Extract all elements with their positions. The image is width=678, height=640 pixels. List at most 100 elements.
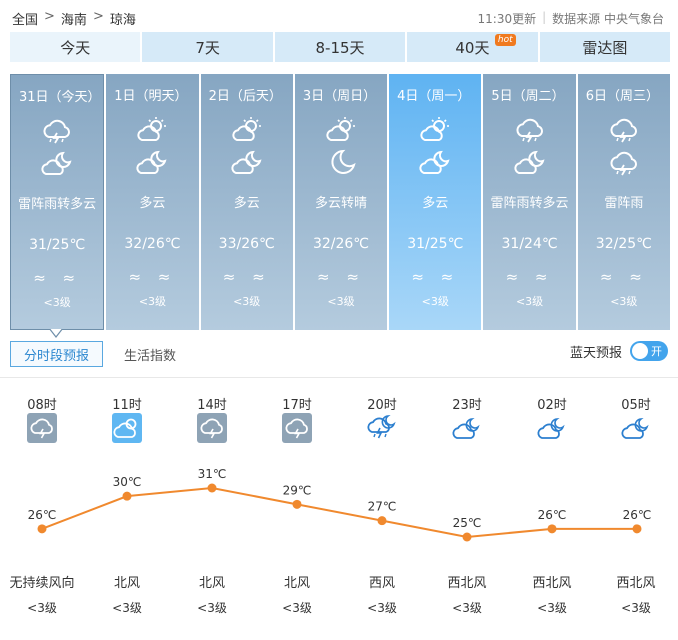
hour-wind-level: <3级 <box>621 601 651 615</box>
hour-wind-level: <3级 <box>112 601 142 615</box>
tab-label: 雷达图 <box>582 38 628 57</box>
hour-time: 05时 <box>621 398 651 413</box>
thunderstorm-icon <box>11 117 103 145</box>
day-weather: 多云 <box>233 196 260 211</box>
tab-hourly-forecast[interactable]: 分时段预报 <box>10 341 103 367</box>
day-card-5[interactable]: 5日（周二） 雷阵雨转多云 31/24℃ ≈ ≈ <3级 <box>483 74 576 330</box>
toggle-knob <box>632 343 648 359</box>
day-date: 5日（周二） <box>491 89 565 104</box>
tab-8-15-days[interactable]: 8-15天 <box>274 32 406 62</box>
tab-label: 40天 <box>455 38 490 57</box>
day-date: 31日（今天） <box>19 90 101 105</box>
day-wind-level: <3级 <box>43 296 71 309</box>
breadcrumb-city: 琼海 <box>109 13 136 28</box>
temperature-point <box>122 491 132 501</box>
forecast-tabs: 今天 7天 8-15天 40天 hot 雷达图 <box>10 32 671 62</box>
tab-radar[interactable]: 雷达图 <box>539 32 671 62</box>
blue-sky-forecast: 蓝天预报 开 <box>570 341 668 361</box>
tab-7-days[interactable]: 7天 <box>142 32 273 62</box>
partly-cloudy-night-icon <box>201 149 293 177</box>
day-weather: 雷阵雨转多云 <box>18 197 97 212</box>
temperature-point <box>37 524 47 534</box>
moon-icon <box>295 149 387 177</box>
temperature-point <box>377 516 387 526</box>
partly-cloudy-icon <box>85 413 169 445</box>
day-card-6[interactable]: 6日（周三） 雷阵雨 32/25℃ ≈ ≈ <3级 <box>577 74 670 330</box>
partly-cloudy-icon <box>295 116 387 144</box>
thunderstorm-icon <box>0 413 84 445</box>
hour-time: 08时 <box>27 398 57 413</box>
tab-label: 8-15天 <box>315 38 365 57</box>
update-time: 11:30更新 <box>477 12 537 26</box>
breadcrumb-separator: > <box>44 9 55 24</box>
day-wind-level: <3级 <box>138 295 167 308</box>
day-card-today[interactable]: 31日（今天） 雷阵雨转多云 31/25℃ ≈ ≈ <3级 <box>10 74 105 338</box>
wind-icon: ≈ ≈ <box>33 269 82 287</box>
temperature-label: 29℃ <box>283 483 312 497</box>
day-wind-level: <3级 <box>515 295 544 308</box>
hour-wind-direction: 北风 <box>198 576 225 591</box>
partly-cloudy-night-icon <box>594 413 678 445</box>
thunderstorm-icon <box>483 116 575 144</box>
hour-time: 11时 <box>112 398 142 413</box>
meta-divider: | <box>542 10 547 24</box>
day-date: 2日（后天） <box>208 89 282 104</box>
partly-cloudy-night-icon <box>510 413 594 445</box>
temperature-label: 27℃ <box>368 500 397 514</box>
hour-wind-level: <3级 <box>27 601 57 615</box>
day-card-2[interactable]: 2日（后天） 多云 33/26℃ ≈ ≈ <3级 <box>200 74 293 330</box>
hour-time: 14时 <box>197 398 227 413</box>
day-temp: 31/25℃ <box>407 236 464 252</box>
section-divider <box>0 377 678 378</box>
day-temp: 33/26℃ <box>218 236 275 252</box>
partly-cloudy-night-icon <box>389 149 481 177</box>
hour-wind-direction: 西风 <box>368 576 395 591</box>
hour-time: 23时 <box>452 398 482 413</box>
tab-40-days[interactable]: 40天 hot <box>407 32 538 62</box>
day-card-3[interactable]: 3日（周日） 多云转晴 32/26℃ ≈ ≈ <3级 <box>294 74 388 330</box>
wind-icon: ≈ ≈ <box>317 268 365 286</box>
day-temp: 32/26℃ <box>312 236 370 252</box>
toggle-state: 开 <box>651 345 662 358</box>
temperature-point <box>547 524 557 534</box>
day-wind-level: <3级 <box>610 295 638 308</box>
wind-icon: ≈ ≈ <box>128 268 177 286</box>
hourly-forecast: 08时 无持续风向 <3级 11时 北风 <3级 14时 北风 <3级 17时 … <box>0 380 678 640</box>
tab-today[interactable]: 今天 <box>10 32 141 62</box>
temperature-line-chart: 26℃ 30℃ 31℃ 29℃ 27℃ 25℃ 26℃ 26℃ <box>28 467 652 542</box>
partly-cloudy-night-icon <box>106 149 198 177</box>
breadcrumb-country[interactable]: 全国 <box>12 9 38 28</box>
day-weather: 多云转晴 <box>314 196 367 211</box>
hour-wind-direction: 西北风 <box>447 576 487 591</box>
day-temp: 31/24℃ <box>501 236 558 252</box>
day-card-1[interactable]: 1日（明天） 多云 32/26℃ ≈ ≈ <3级 <box>106 74 199 330</box>
thunderstorm-night-icon <box>340 413 424 445</box>
day-wind-level: <3级 <box>233 295 261 308</box>
temperature-label: 25℃ <box>453 516 482 530</box>
day-card-4[interactable]: 4日（周一） 多云 31/25℃ ≈ ≈ <3级 <box>389 74 482 330</box>
temperature-point <box>462 532 472 542</box>
breadcrumb: 全国 > 海南 > 琼海 <box>12 9 136 28</box>
temperature-point <box>632 524 642 534</box>
day-wind-level: <3级 <box>421 295 449 308</box>
thunderstorm-icon <box>170 413 254 445</box>
thunderstorm-icon <box>578 116 670 144</box>
temperature-point <box>292 499 302 509</box>
tab-life-index[interactable]: 生活指数 <box>124 345 176 364</box>
hour-wind-direction: 西北风 <box>616 576 656 591</box>
day-temp: 32/25℃ <box>595 236 652 252</box>
hour-wind-level: <3级 <box>537 601 567 615</box>
day-weather: 多云 <box>139 196 166 211</box>
day-temp: 31/25℃ <box>29 237 86 253</box>
day-temp: 32/26℃ <box>124 236 181 252</box>
breadcrumb-province[interactable]: 海南 <box>61 9 87 28</box>
day-date: 1日（明天） <box>114 89 188 104</box>
blue-sky-toggle[interactable]: 开 <box>630 341 668 361</box>
hour-wind-direction: 西北风 <box>532 576 572 591</box>
blue-sky-label: 蓝天预报 <box>569 345 622 361</box>
temperature-label: 26℃ <box>28 508 57 522</box>
hour-wind-level: <3级 <box>197 601 227 615</box>
hour-wind-level: <3级 <box>367 601 397 615</box>
temperature-label: 26℃ <box>623 508 652 522</box>
partly-cloudy-icon <box>201 116 293 144</box>
